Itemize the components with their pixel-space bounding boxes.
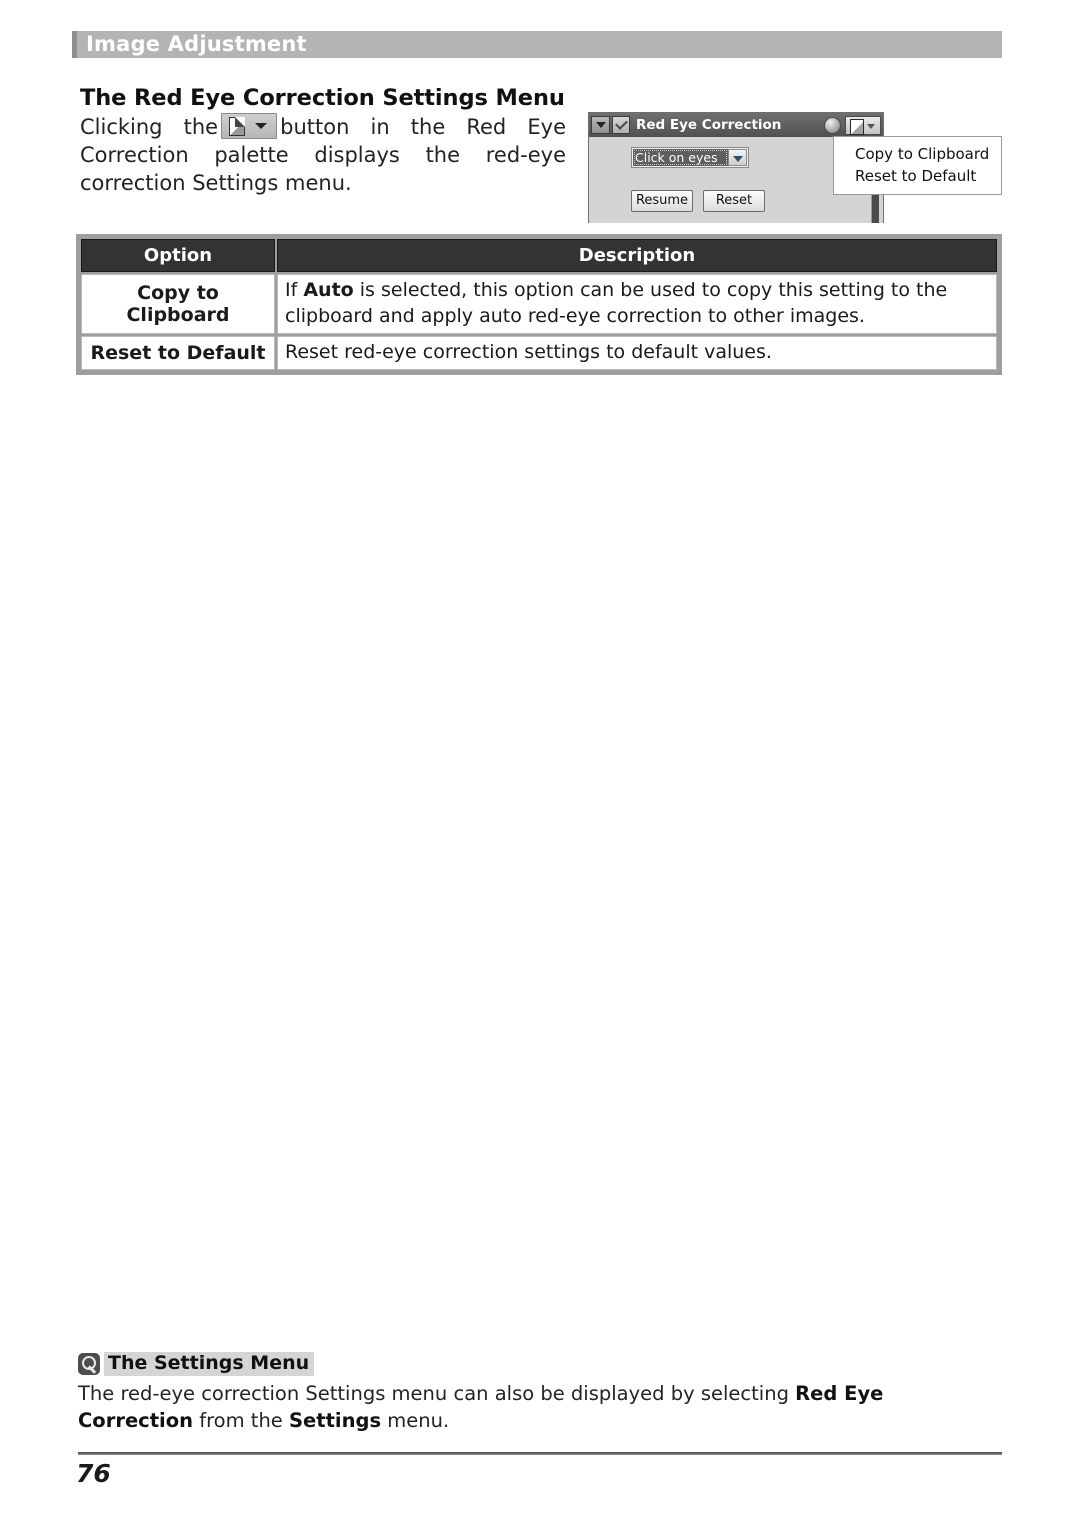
running-head-banner: Image Adjustment: [72, 31, 1002, 58]
body-paragraph: Clicking the button in the Red Eye Correc…: [80, 113, 566, 197]
page-icon: [229, 117, 246, 136]
page-title: The Red Eye Correction Settings Menu: [80, 85, 565, 111]
table-row: Copy to Clipboard If Auto is selected, t…: [81, 274, 997, 334]
page-icon: [850, 118, 864, 135]
options-table: Option Description Copy to Clipboard If …: [76, 234, 1002, 375]
note-text-part2: from the: [193, 1409, 289, 1432]
palette-title: Red Eye Correction: [636, 117, 782, 133]
footer-rule: [78, 1452, 1002, 1455]
page-number: 76: [76, 1459, 111, 1488]
page-dropdown-icon[interactable]: [845, 115, 881, 135]
settings-page-dropdown-icon: [221, 113, 278, 139]
paragraph-text-before: Clicking the: [80, 115, 219, 139]
note-text-part1: The red-eye correction Settings menu can…: [78, 1382, 796, 1405]
desc-lead: If: [285, 279, 298, 301]
desc-bold-auto: Auto: [303, 279, 354, 301]
settings-menu-note: The Settings Menu The red-eye correction…: [78, 1352, 1002, 1434]
note-bold-settings: Settings: [289, 1409, 382, 1432]
note-text-part3: menu.: [381, 1409, 450, 1432]
settings-context-menu: Copy to Clipboard Reset to Default: [833, 136, 1002, 195]
palette-button-row: Resume Reset: [631, 190, 765, 212]
option-description-reset-to-default: Reset red-eye correction settings to def…: [277, 336, 997, 370]
option-name-copy-to-clipboard: Copy to Clipboard: [81, 274, 275, 334]
desc-rest: is selected, this option can be used to …: [285, 279, 948, 327]
chevron-down-icon[interactable]: [728, 149, 747, 166]
table-header-row: Option Description: [81, 239, 997, 272]
option-description-copy-to-clipboard: If Auto is selected, this option can be …: [277, 274, 997, 334]
desc-rest: Reset red-eye correction settings to def…: [285, 341, 772, 363]
note-body: The red-eye correction Settings menu can…: [78, 1380, 1002, 1434]
option-name-reset-to-default: Reset to Default: [81, 336, 275, 370]
menu-item-reset-to-default[interactable]: Reset to Default: [834, 165, 1001, 187]
banner-title: Image Adjustment: [86, 32, 307, 56]
magnifier-note-icon: [78, 1353, 100, 1375]
chevron-down-icon: [867, 123, 875, 129]
triangle-down-icon[interactable]: [591, 116, 610, 134]
menu-item-copy-to-clipboard[interactable]: Copy to Clipboard: [834, 143, 1001, 165]
note-title: The Settings Menu: [104, 1352, 315, 1376]
column-header-description: Description: [277, 239, 997, 272]
chevron-down-icon: [255, 123, 268, 129]
mode-select-value: Click on eyes: [633, 149, 728, 166]
resume-button[interactable]: Resume: [631, 190, 693, 212]
mode-select[interactable]: Click on eyes: [631, 147, 749, 168]
column-header-option: Option: [81, 239, 275, 272]
checkmark-icon[interactable]: [612, 116, 630, 134]
circle-knob-icon[interactable]: [824, 116, 841, 134]
palette-titlebar: Red Eye Correction: [589, 113, 883, 137]
table-row: Reset to Default Reset red-eye correctio…: [81, 336, 997, 370]
note-header: The Settings Menu: [78, 1352, 1002, 1376]
reset-button[interactable]: Reset: [703, 190, 765, 212]
